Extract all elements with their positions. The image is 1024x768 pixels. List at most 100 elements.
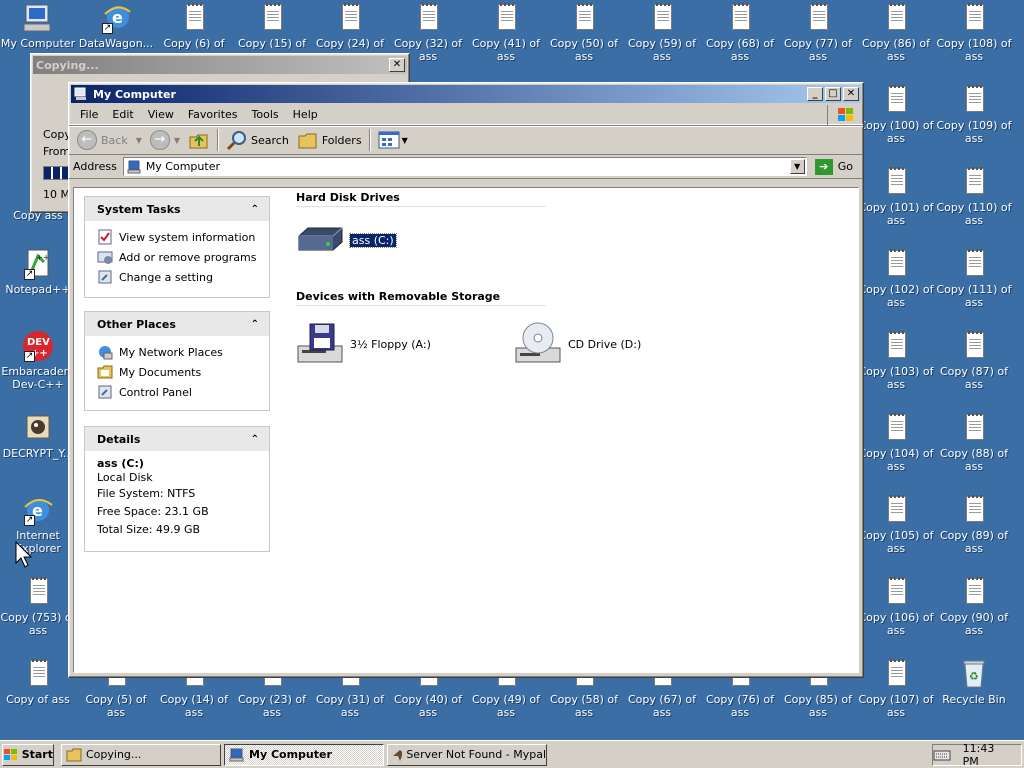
- drive-a-floppy[interactable]: 3½ Floppy (A:): [296, 320, 431, 368]
- address-dropdown-icon[interactable]: ▼: [789, 159, 805, 174]
- address-input[interactable]: My Computer ▼: [122, 157, 807, 176]
- mouse-cursor-icon: [15, 541, 33, 568]
- menu-edit[interactable]: Edit: [105, 108, 140, 121]
- desktop-icon-file[interactable]: Copy (753) of ass: [0, 576, 76, 637]
- collapse-chevron-icon[interactable]: ⌃: [251, 319, 259, 330]
- close-icon[interactable]: ✕: [389, 58, 405, 72]
- task-view-system-information[interactable]: View system information: [97, 227, 269, 247]
- search-button[interactable]: Search: [222, 128, 293, 152]
- desktop-icon-devcpp[interactable]: DEV ++ ↗ Embarcadero Dev-C++: [0, 330, 76, 391]
- other-places-panel: Other Places ⌃ My Network Places My Docu…: [84, 311, 270, 411]
- control-panel-icon: [97, 384, 113, 400]
- desktop-icon-label: Copy (111) of ass: [936, 283, 1012, 309]
- menu-favorites[interactable]: Favorites: [181, 108, 245, 121]
- desktop-icon-recycle-bin[interactable]: ♻ Recycle Bin: [936, 658, 1012, 706]
- my-computer-window[interactable]: My Computer _ □ ✕ File Edit View Favorit…: [68, 82, 864, 678]
- desktop-icon-file[interactable]: Copy (102) of ass: [858, 248, 934, 309]
- text-file-icon: [256, 2, 288, 34]
- views-button[interactable]: ▼: [374, 128, 412, 152]
- keyboard-icon[interactable]: [933, 748, 951, 762]
- minimize-button[interactable]: _: [807, 87, 823, 101]
- desktop-icon-file[interactable]: Copy (59) of ass: [624, 2, 700, 63]
- folders-icon: [298, 133, 317, 149]
- taskbar-button-copying[interactable]: Copying...: [61, 743, 221, 766]
- taskbar-button-mypal[interactable]: Server Not Found - Mypal: [387, 743, 547, 766]
- text-file-icon: [880, 658, 912, 690]
- desktop-icon-label: Notepad++: [5, 283, 71, 296]
- clock[interactable]: 11:43 PM: [963, 742, 1013, 768]
- desktop-icon-label: Copy (24) of: [315, 37, 385, 50]
- desktop-icon-decrypt[interactable]: DECRYPT_Y...: [0, 412, 76, 460]
- desktop-icon-file[interactable]: Copy (109) of ass: [936, 84, 1012, 145]
- drive-c[interactable]: ass (C:): [296, 224, 397, 256]
- maximize-button[interactable]: □: [825, 87, 841, 101]
- desktop-icon-file[interactable]: Copy (50) of ass: [546, 2, 622, 63]
- desktop-icon-label: Copy (14) of ass: [159, 693, 229, 719]
- task-add-remove-programs[interactable]: Add or remove programs: [97, 247, 269, 267]
- desktop-icon-label: Copy (89) of ass: [939, 529, 1009, 555]
- desktop-icon-file[interactable]: Copy (106) of ass: [858, 576, 934, 637]
- menu-view[interactable]: View: [141, 108, 181, 121]
- up-folder-button[interactable]: [184, 128, 214, 152]
- desktop-icon-file[interactable]: Copy (77) of ass: [780, 2, 856, 63]
- desktop-icon-file[interactable]: Copy (105) of ass: [858, 494, 934, 555]
- desktop-icon-label: Copy (59) of ass: [627, 37, 697, 63]
- desktop-icon-file[interactable]: Copy (110) of ass: [936, 166, 1012, 227]
- desktop-icon-file[interactable]: Copy (103) of ass: [858, 330, 934, 391]
- my-computer-titlebar[interactable]: My Computer _ □ ✕: [71, 85, 861, 103]
- desktop-icon-internet-explorer[interactable]: e ↗ Internet Explorer: [0, 494, 76, 555]
- desktop-icon-notepadpp[interactable]: ++ ↗ Notepad++: [0, 248, 76, 296]
- desktop-icon-file[interactable]: Copy (68) of ass: [702, 2, 778, 63]
- copying-dialog-titlebar[interactable]: Copying... ✕: [33, 56, 407, 74]
- menu-help[interactable]: Help: [286, 108, 325, 121]
- task-change-setting[interactable]: Change a setting: [97, 267, 269, 287]
- start-button[interactable]: Start: [2, 743, 54, 766]
- taskbar-button-my-computer[interactable]: My Computer: [224, 743, 384, 766]
- desktop-icon-datawagon[interactable]: e ↗ DataWagon...: [78, 2, 154, 50]
- desktop-icon-my-computer[interactable]: My Computer: [0, 2, 76, 50]
- folder-icon: [66, 748, 82, 761]
- menu-file[interactable]: File: [73, 108, 105, 121]
- details-header[interactable]: Details ⌃: [85, 427, 269, 451]
- desktop-icon-file[interactable]: Copy (111) of ass: [936, 248, 1012, 309]
- other-places-header[interactable]: Other Places ⌃: [85, 312, 269, 336]
- desktop-icon-file[interactable]: Copy (88) of ass: [936, 412, 1012, 473]
- desktop-icon-file[interactable]: Copy (89) of ass: [936, 494, 1012, 555]
- notepadpp-icon: ++ ↗: [22, 248, 54, 280]
- desktop-icon-file[interactable]: Copy (41) of ass: [468, 2, 544, 63]
- forward-button[interactable]: → ▼: [146, 128, 184, 152]
- desktop-icon-file[interactable]: Copy (90) of ass: [936, 576, 1012, 637]
- desktop-icon-file[interactable]: Copy (100) of ass: [858, 84, 934, 145]
- go-button[interactable]: ➔ Go: [813, 158, 859, 175]
- place-my-network-places[interactable]: My Network Places: [97, 342, 269, 362]
- chevron-down-icon[interactable]: ▼: [174, 136, 180, 145]
- desktop-icon-file[interactable]: Copy (101) of ass: [858, 166, 934, 227]
- chevron-down-icon[interactable]: ▼: [402, 136, 408, 145]
- desktop-icon-file[interactable]: Copy (104) of ass: [858, 412, 934, 473]
- text-file-icon: [802, 2, 834, 34]
- text-file-icon: [958, 84, 990, 116]
- window-computer-icon: [74, 87, 88, 101]
- collapse-chevron-icon[interactable]: ⌃: [251, 204, 259, 215]
- desktop-icon-file[interactable]: Copy (15) of: [234, 2, 310, 50]
- menu-tools[interactable]: Tools: [245, 108, 286, 121]
- collapse-chevron-icon[interactable]: ⌃: [251, 434, 259, 445]
- chevron-down-icon[interactable]: ▼: [136, 136, 142, 145]
- place-my-documents[interactable]: My Documents: [97, 362, 269, 382]
- drive-d-cd[interactable]: CD Drive (D:): [514, 320, 641, 368]
- desktop-icon-file[interactable]: Copy (107) of ass: [858, 658, 934, 719]
- cd-drive-icon: [514, 320, 562, 368]
- desktop-icon-file[interactable]: Copy of ass: [0, 658, 76, 706]
- close-button[interactable]: ✕: [843, 87, 859, 101]
- desktop-icon-file[interactable]: Copy (108) of ass: [936, 2, 1012, 63]
- back-button[interactable]: ← Back ▼: [73, 128, 146, 152]
- folders-button[interactable]: Folders: [293, 128, 366, 152]
- desktop-icon-file[interactable]: Copy (86) of ass: [858, 2, 934, 63]
- back-button-label: Back: [101, 133, 128, 147]
- place-control-panel[interactable]: Control Panel: [97, 382, 269, 402]
- desktop-icon-file[interactable]: Copy (87) of ass: [936, 330, 1012, 391]
- desktop-icon-label: My Computer: [0, 37, 76, 50]
- desktop-icon-file[interactable]: Copy (24) of: [312, 2, 388, 50]
- desktop-icon-label: Copy of ass: [6, 693, 70, 706]
- system-tasks-header[interactable]: System Tasks ⌃: [85, 197, 269, 221]
